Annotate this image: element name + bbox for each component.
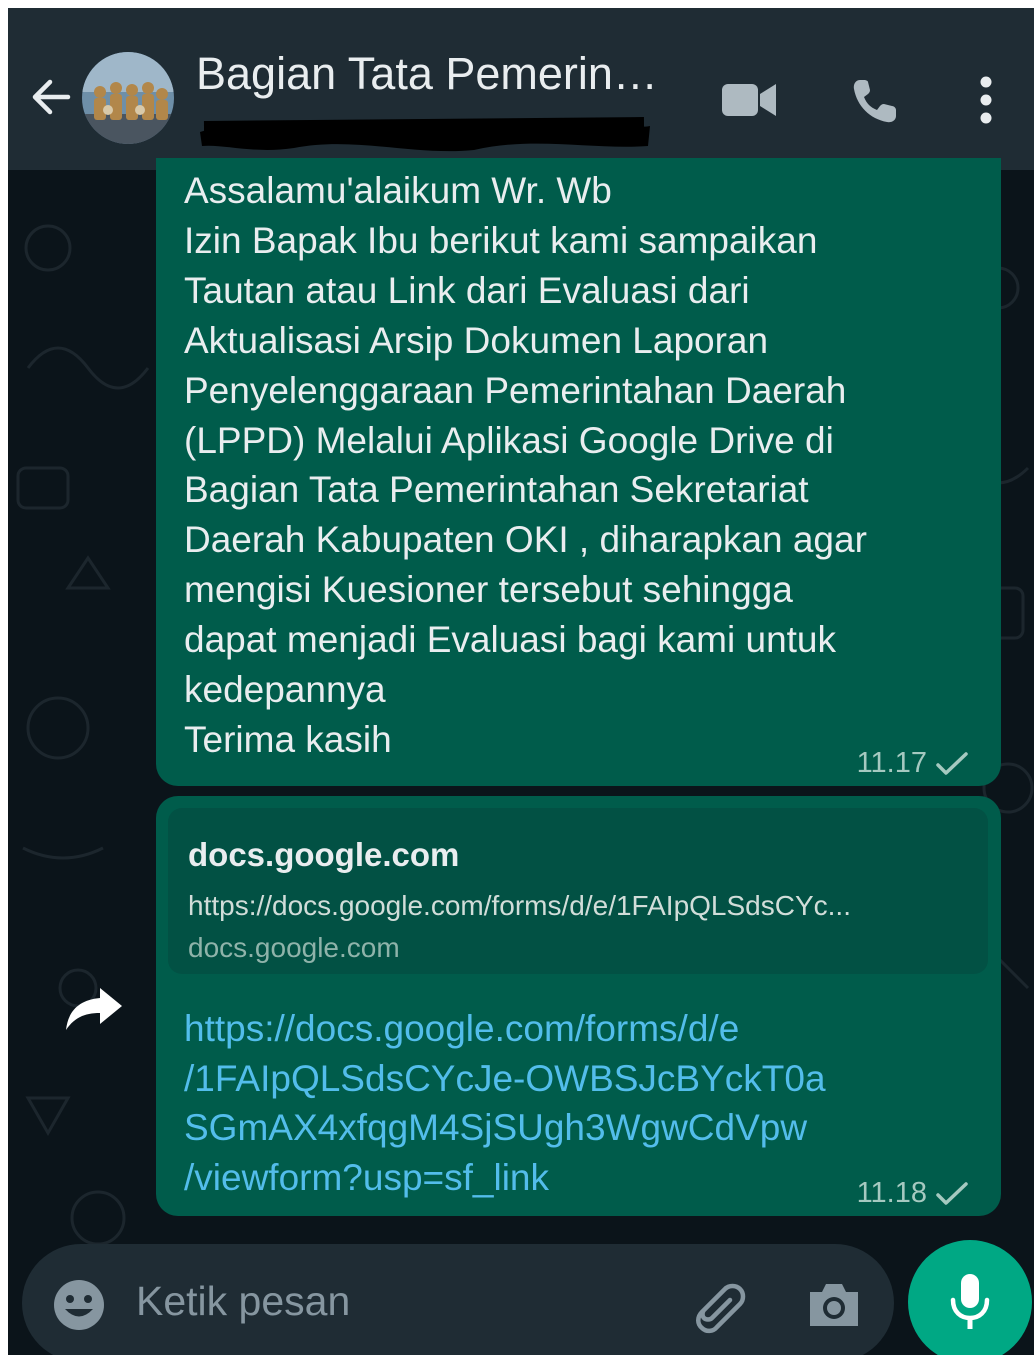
chat-screen: Bagian Tata Pemerin… Assalamu'alaikum Wr… <box>8 8 1034 1355</box>
link-preview-title: docs.google.com <box>188 836 460 873</box>
attach-icon[interactable] <box>686 1274 750 1338</box>
message-text: Assalamu'alaikum Wr. Wb Izin Bapak Ibu b… <box>184 170 867 760</box>
back-arrow-icon[interactable] <box>28 74 74 120</box>
group-avatar[interactable] <box>82 52 174 144</box>
check-icon <box>936 1181 968 1205</box>
message-meta: 11.18 <box>857 1177 969 1210</box>
emoji-icon[interactable] <box>52 1278 106 1332</box>
link-preview-url: https://docs.google.com/forms/d/e/1FAIpQ… <box>188 890 851 921</box>
chat-header: Bagian Tata Pemerin… <box>8 8 1034 170</box>
mic-button[interactable] <box>908 1240 1032 1355</box>
check-icon <box>936 751 968 775</box>
message-time: 11.18 <box>856 1177 927 1209</box>
link-preview-site: docs.google.com <box>188 932 400 963</box>
mic-icon <box>950 1274 990 1329</box>
camera-icon[interactable] <box>806 1280 862 1330</box>
forward-icon[interactable] <box>64 984 124 1032</box>
link-preview[interactable]: docs.google.com https://docs.google.com/… <box>168 808 988 974</box>
message-composer: Ketik pesan <box>22 1244 894 1355</box>
more-vert-icon[interactable] <box>972 72 1000 128</box>
video-call-icon[interactable] <box>720 80 778 120</box>
message-input[interactable]: Ketik pesan <box>136 1278 350 1325</box>
link-message-bubble[interactable]: docs.google.com https://docs.google.com/… <box>156 796 1001 1216</box>
phone-icon[interactable] <box>850 76 900 126</box>
chat-title[interactable]: Bagian Tata Pemerin… <box>196 48 696 100</box>
message-bubble[interactable]: Assalamu'alaikum Wr. Wb Izin Bapak Ibu b… <box>156 158 1001 786</box>
message-link[interactable]: https://docs.google.com/forms/d/e /1FAIp… <box>184 1004 924 1202</box>
message-time: 11.17 <box>856 747 927 779</box>
message-meta: 11.17 <box>857 747 969 780</box>
redacted-subtitle <box>200 117 650 152</box>
